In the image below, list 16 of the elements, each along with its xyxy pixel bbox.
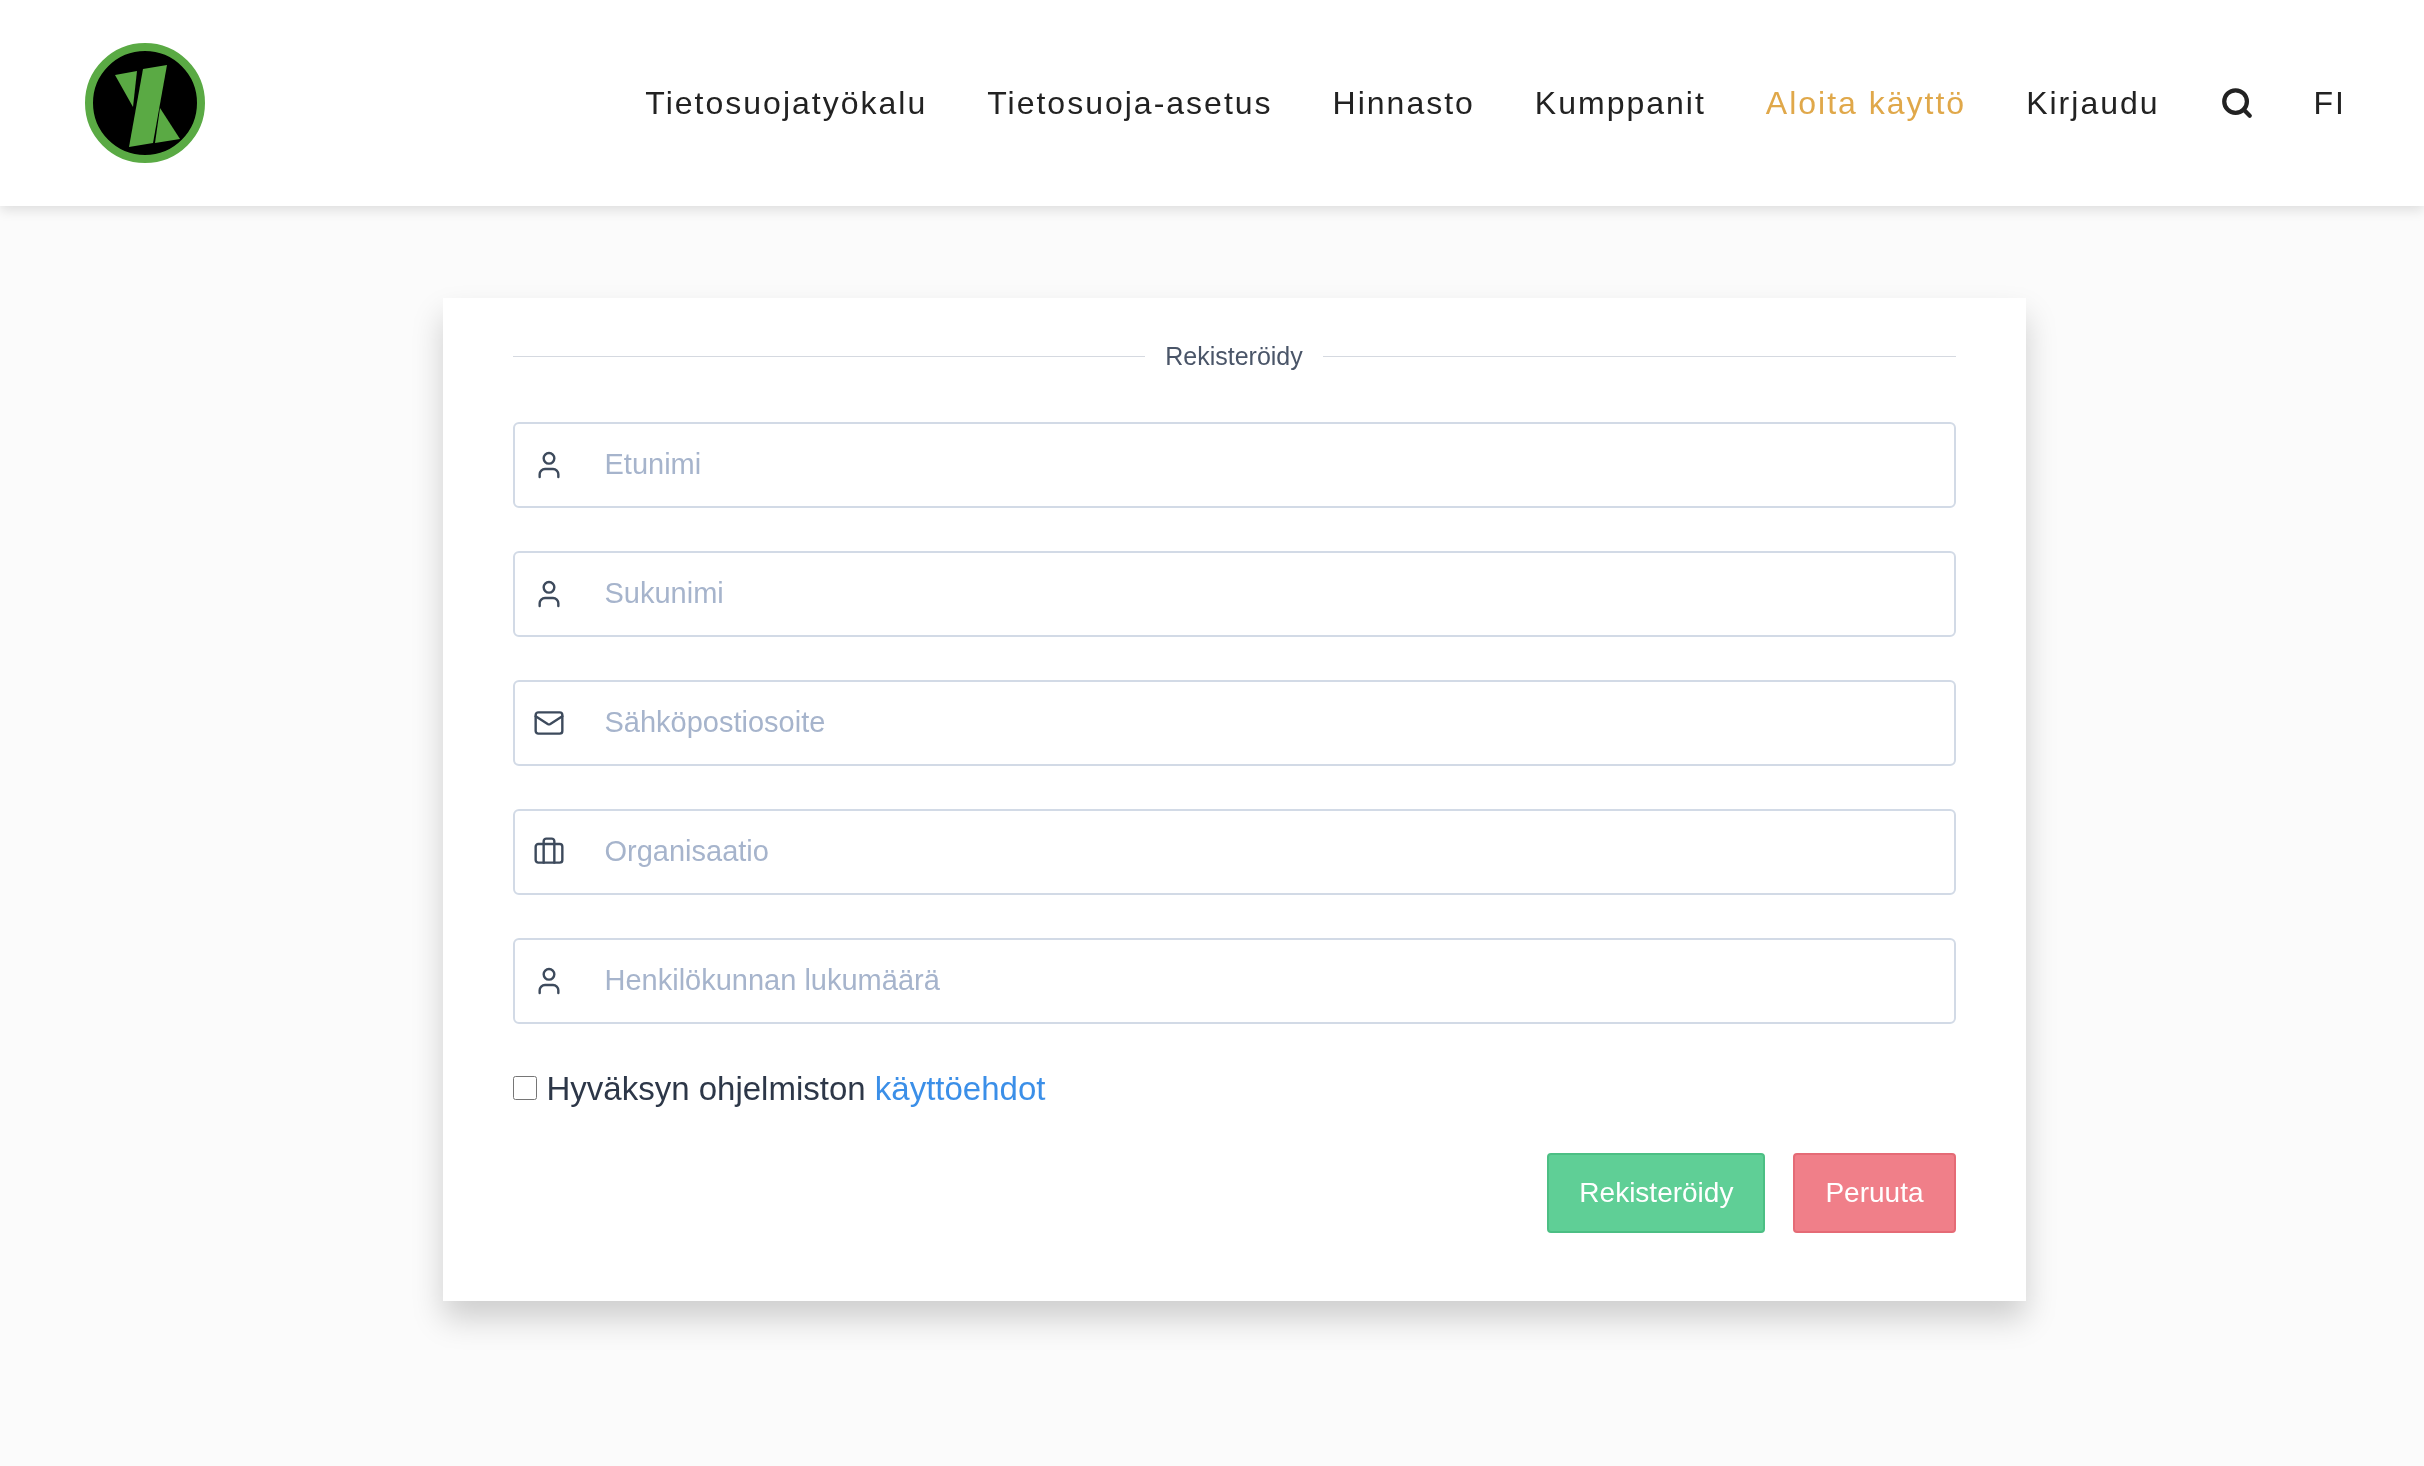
- logo-icon[interactable]: [85, 43, 205, 163]
- form-legend: Rekisteröidy: [1165, 338, 1303, 376]
- terms-checkbox[interactable]: [512, 1076, 537, 1101]
- input-field[interactable]: Sukunimi: [512, 550, 1956, 637]
- nav-link[interactable]: Hinnasto: [1332, 79, 1475, 127]
- input-field[interactable]: Etunimi: [512, 421, 1956, 508]
- terms-text: Hyväksyn ohjelmiston käyttöehdot: [546, 1068, 1046, 1109]
- nav-link[interactable]: Kirjaudu: [2026, 79, 2160, 127]
- input-field[interactable]: Henkilökunnan lukumäärä: [512, 937, 1956, 1024]
- nav-link[interactable]: Tietosuoja-asetus: [987, 79, 1273, 127]
- nav-link[interactable]: Kumppanit: [1534, 79, 1706, 127]
- input-field[interactable]: Sähköpostiosoite: [512, 679, 1956, 766]
- language-selector[interactable]: FI: [2313, 79, 2346, 127]
- search-icon[interactable]: [2219, 86, 2254, 120]
- input-field[interactable]: Organisaatio: [512, 808, 1956, 895]
- nav-link[interactable]: Tietosuojatyökalu: [645, 79, 928, 127]
